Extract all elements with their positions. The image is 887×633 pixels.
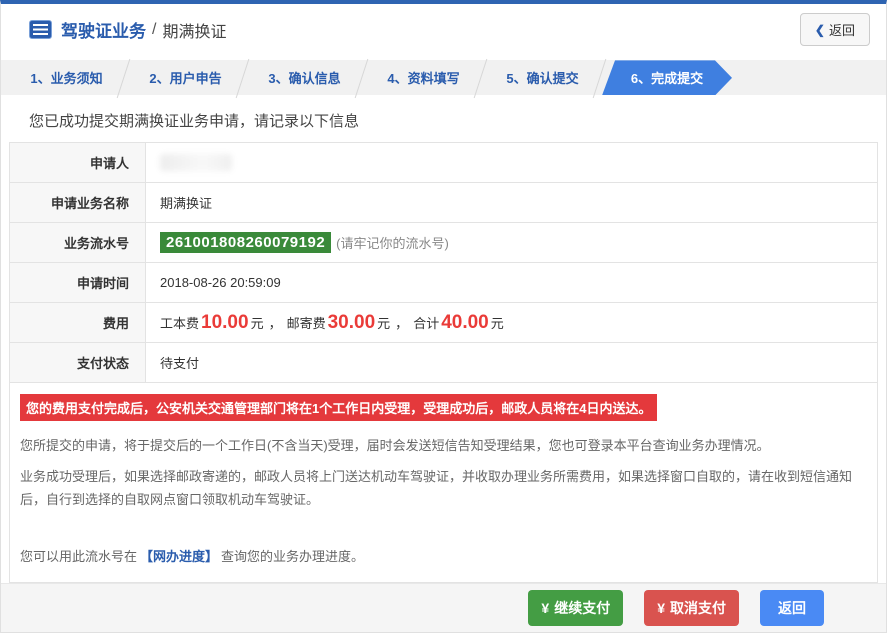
fee-post-amount: 30.00	[327, 311, 376, 333]
progress-hint-suffix: 查询您的业务办理进度。	[221, 548, 365, 564]
fee-work-amount: 10.00	[201, 311, 249, 333]
footer-back-button[interactable]: 返回	[760, 590, 824, 627]
row-business-name: 申请业务名称 期满换证	[10, 183, 877, 224]
progress-hint-line: 您可以用此流水号在 【网办进度】 查询您的业务办理进度。	[20, 546, 867, 569]
business-name-value: 期满换证	[160, 196, 213, 212]
page-title: 期满换证	[162, 23, 227, 41]
continue-pay-button[interactable]: ¥ 继续支付	[528, 590, 624, 627]
row-payment-status: 支付状态 待支付	[10, 343, 877, 384]
fee-unit: 元	[250, 316, 264, 332]
online-progress-link[interactable]: 【网办进度】	[140, 549, 218, 564]
row-apply-time: 申请时间 2018-08-26 20:59:09	[10, 263, 877, 304]
fee-value: 工本费 10.00 元 ， 邮寄费 30.00 元 ， 合计 40.00 元	[146, 303, 877, 342]
payment-warning-banner: 您的费用支付完成后，公安机关交通管理部门将在1个工作日内受理，受理成功后，邮政人…	[20, 394, 658, 422]
applicant-label: 申请人	[10, 143, 146, 183]
fee-post-label: 邮寄费	[286, 316, 326, 332]
back-button[interactable]: ❮ 返回	[799, 13, 870, 47]
fee-unit: 元	[490, 316, 504, 332]
row-serial-number: 业务流水号 261001808260079192 (请牢记你的流水号)	[10, 223, 877, 264]
business-name-label: 申请业务名称	[10, 183, 146, 223]
step-3-confirm-info: 3、确认信息	[245, 60, 364, 95]
step-1-business-notes: 1、业务须知	[7, 60, 126, 95]
fee-label: 费用	[10, 303, 146, 343]
fee-total-amount: 40.00	[441, 311, 489, 333]
serial-number-badge: 261001808260079192	[160, 232, 332, 254]
row-applicant: 申请人	[10, 143, 877, 184]
document-list-icon	[29, 20, 52, 40]
fee-total-label: 合计	[413, 316, 440, 332]
success-message: 您已成功提交期满换证业务申请，请记录以下信息	[29, 113, 360, 131]
fee-separator: ，	[395, 316, 409, 332]
step-2-user-declaration: 2、用户申告	[126, 60, 245, 95]
footer-back-label: 返回	[778, 600, 806, 617]
payment-status-label: 支付状态	[10, 343, 146, 383]
chevron-left-icon: ❮	[814, 22, 825, 37]
row-fee: 费用 工本费 10.00 元 ， 邮寄费 30.00 元 ， 合计 40.00 …	[10, 303, 877, 344]
step-4-fill-materials: 4、资料填写	[364, 60, 483, 95]
apply-time-value: 2018-08-26 20:59:09	[160, 275, 281, 291]
serial-number-note: (请牢记你的流水号)	[336, 236, 449, 252]
cancel-pay-button[interactable]: ¥ 取消支付	[644, 590, 739, 627]
notice-paragraph-2: 业务成功受理后，如果选择邮政寄递的，邮政人员将上门送达机动车驾驶证，并收取办理业…	[20, 469, 853, 507]
wizard-steps-bar: 1、业务须知 2、用户申告 3、确认信息 4、资料填写 5、确认提交 6、完成提…	[1, 60, 886, 96]
fee-work-label: 工本费	[160, 316, 200, 332]
notice-box: 您的费用支付完成后，公安机关交通管理部门将在1个工作日内受理，受理成功后，邮政人…	[9, 383, 878, 584]
cancel-pay-label: 取消支付	[670, 600, 726, 617]
page-header: 驾驶证业务 / 期满换证 ❮ 返回	[1, 4, 886, 55]
step-6-complete-submit-active: 6、完成提交	[602, 60, 732, 95]
page: 驾驶证业务 / 期满换证 ❮ 返回 1、业务须知 2、用户申告 3、确认信息 4…	[0, 0, 887, 633]
serial-number-value: 261001808260079192 (请牢记你的流水号)	[146, 223, 877, 262]
section-title: 驾驶证业务	[61, 22, 146, 42]
notice-paragraph-1: 您所提交的申请，将于提交后的一个工作日(不含当天)受理，届时会发送短信告知受理结…	[20, 438, 770, 454]
title-separator: /	[152, 20, 157, 38]
applicant-value	[146, 143, 877, 182]
step-5-confirm-submit: 5、确认提交	[483, 60, 602, 95]
apply-time-label: 申请时间	[10, 263, 146, 303]
back-button-label: 返回	[828, 23, 855, 39]
payment-status-value: 待支付	[160, 356, 200, 372]
fee-unit: 元	[377, 316, 391, 332]
fee-separator: ，	[268, 316, 282, 332]
continue-pay-label: 继续支付	[554, 600, 611, 617]
progress-hint-prefix: 您可以用此流水号在	[20, 548, 138, 564]
yen-icon: ¥	[657, 600, 665, 617]
application-info-table: 申请人 申请业务名称 期满换证 业务流水号 261001808260079192…	[9, 142, 878, 384]
applicant-name-redacted	[160, 154, 232, 172]
yen-icon: ¥	[541, 600, 550, 617]
serial-number-label: 业务流水号	[10, 223, 146, 263]
action-footer: ¥ 继续支付 ¥ 取消支付 返回	[1, 583, 886, 632]
